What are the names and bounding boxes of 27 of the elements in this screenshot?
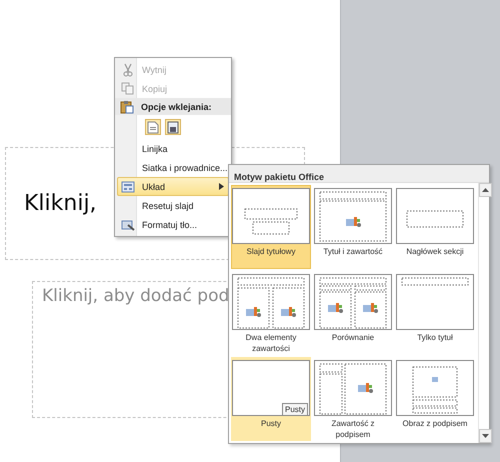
copy-icon: [120, 82, 134, 96]
menu-section-header: Opcje wklejania:: [141, 102, 212, 112]
subtitle-placeholder-text: Kliknij, aby dodać pod: [42, 286, 230, 306]
paste-option-button[interactable]: [145, 119, 161, 135]
title-placeholder-text: Kliknij,: [24, 191, 97, 216]
background-format-icon: [120, 218, 134, 232]
layout-option[interactable]: Pusty Pusty: [231, 357, 311, 441]
clipboard-icon: [120, 100, 134, 114]
picture-paste-icon: [167, 120, 179, 134]
menu-item[interactable]: Układ: [117, 177, 229, 196]
up-arrow-icon: [482, 188, 489, 192]
menu-item[interactable]: Formatuj tło...: [117, 215, 229, 234]
down-arrow-icon: [482, 434, 489, 438]
menu-item[interactable]: Resetuj slajd: [117, 196, 229, 215]
scroll-up-button[interactable]: [479, 183, 492, 197]
layout-icon: [120, 180, 134, 194]
scroll-down-button[interactable]: [479, 429, 492, 443]
menu-item[interactable]: Linijka: [117, 139, 229, 158]
paste-option-button[interactable]: [165, 119, 181, 135]
gallery-title: Motyw pakietu Office: [234, 172, 324, 182]
scissors-icon: [120, 62, 134, 76]
layout-option[interactable]: Zawartość z podpisem: [313, 357, 393, 441]
layout-option[interactable]: Slajd tytułowy: [231, 185, 311, 269]
submenu-arrow-icon: [219, 183, 224, 190]
tooltip: Pusty: [282, 403, 308, 416]
menu-item[interactable]: Siatka i prowadnice...: [117, 158, 229, 177]
document-icon: [147, 120, 159, 134]
